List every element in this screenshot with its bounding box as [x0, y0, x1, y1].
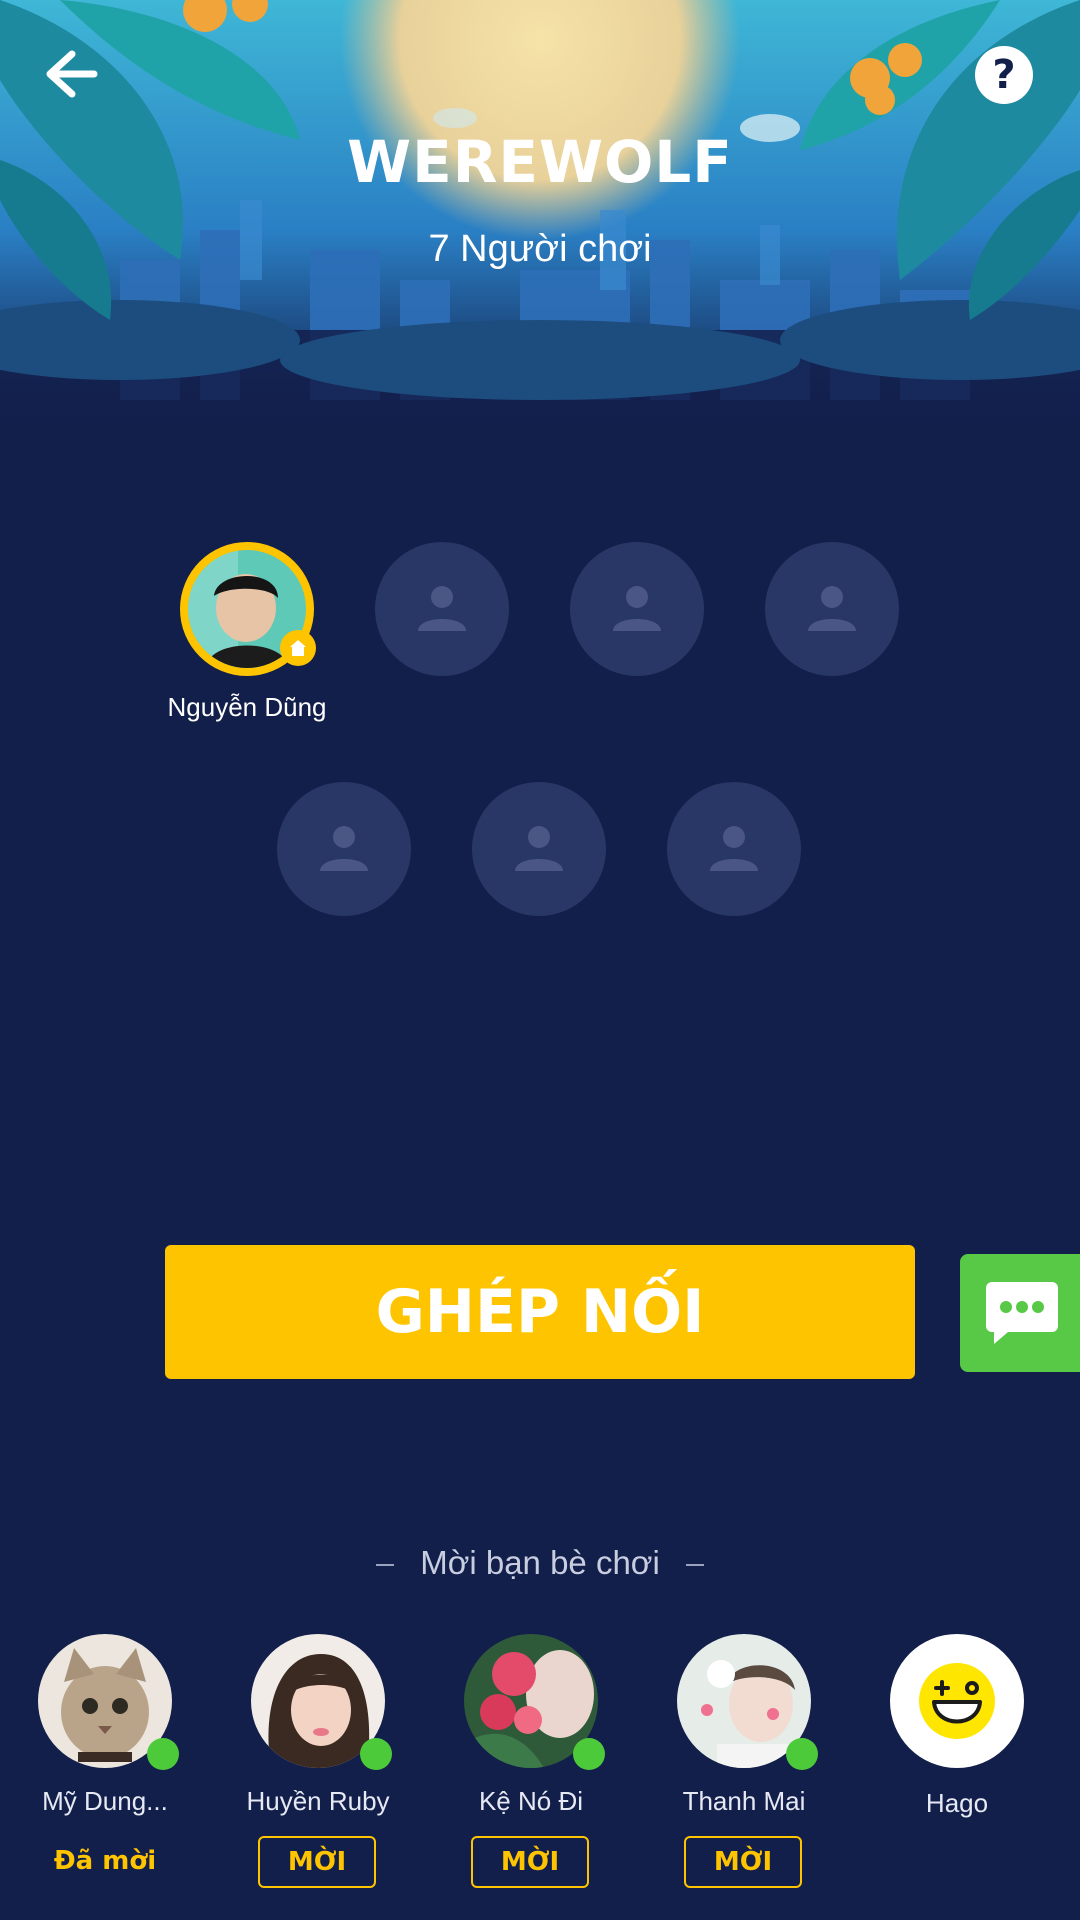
online-indicator — [147, 1738, 179, 1770]
online-indicator — [786, 1738, 818, 1770]
chat-button[interactable] — [960, 1254, 1080, 1372]
online-indicator — [360, 1738, 392, 1770]
host-seat[interactable] — [180, 542, 316, 676]
game-title: WEREWOLF — [347, 128, 733, 196]
online-indicator — [573, 1738, 605, 1770]
question-icon: ? — [992, 52, 1016, 98]
person-icon — [613, 586, 661, 631]
home-icon — [290, 640, 306, 656]
person-icon — [710, 826, 758, 871]
player-count: 7 Người chơi — [428, 228, 652, 270]
invite-button[interactable]: MỜI — [258, 1836, 376, 1888]
heading-dash-left — [376, 1564, 395, 1567]
invite-button[interactable]: MỜI — [684, 1836, 802, 1888]
back-button[interactable] — [40, 44, 110, 104]
empty-seat[interactable] — [765, 542, 899, 676]
match-button[interactable]: GHÉP NỐI — [165, 1245, 915, 1379]
invite-heading: Mời bạn bè chơi — [0, 1544, 1080, 1582]
friend-name: Mỹ Dung... — [42, 1786, 168, 1816]
hago-avatar — [890, 1634, 1024, 1768]
host-name: Nguyễn Dũng — [167, 692, 327, 722]
invite-heading-text: Mời bạn bè chơi — [420, 1544, 660, 1581]
empty-seat[interactable] — [375, 542, 509, 676]
invite-button[interactable]: MỜI — [471, 1836, 589, 1888]
friend-name: Huyền Ruby — [246, 1786, 390, 1816]
person-icon — [418, 586, 466, 631]
friend-name: Hago — [925, 1788, 989, 1818]
host-badge — [280, 630, 316, 666]
friend-name: Thanh Mai — [682, 1786, 806, 1816]
friend-name: Kệ Nó Đi — [478, 1786, 584, 1816]
werewolf-lobby-screen: ? WEREWOLF 7 Người chơi Nguyễn Dũng GHÉP… — [0, 0, 1080, 1920]
person-icon — [515, 826, 563, 871]
header-illustration — [0, 0, 1080, 420]
hago-logo-icon — [919, 1663, 995, 1739]
chat-bubble-icon — [986, 1282, 1058, 1344]
empty-seat[interactable] — [277, 782, 411, 916]
empty-seat[interactable] — [667, 782, 801, 916]
arrow-left-icon — [46, 50, 98, 98]
help-button[interactable]: ? — [975, 46, 1033, 104]
empty-seat[interactable] — [472, 782, 606, 916]
invited-status: Đã mời — [53, 1846, 157, 1876]
person-icon — [808, 586, 856, 631]
empty-seat[interactable] — [570, 542, 704, 676]
person-icon — [320, 826, 368, 871]
heading-dash-right — [685, 1564, 704, 1567]
